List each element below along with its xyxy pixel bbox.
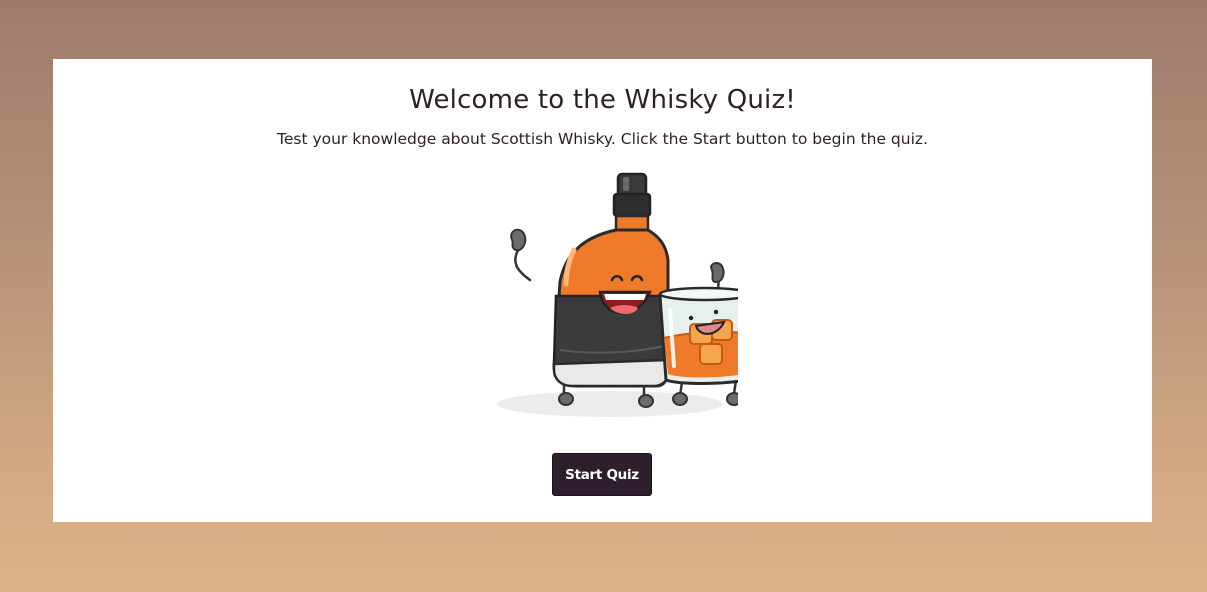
quiz-welcome-card: Welcome to the Whisky Quiz! Test your kn… [53, 59, 1152, 522]
page-subtitle: Test your knowledge about Scottish Whisk… [277, 130, 928, 148]
whisky-illustration [497, 172, 738, 417]
page-title: Welcome to the Whisky Quiz! [409, 85, 796, 115]
start-quiz-button[interactable]: Start Quiz [552, 453, 652, 496]
